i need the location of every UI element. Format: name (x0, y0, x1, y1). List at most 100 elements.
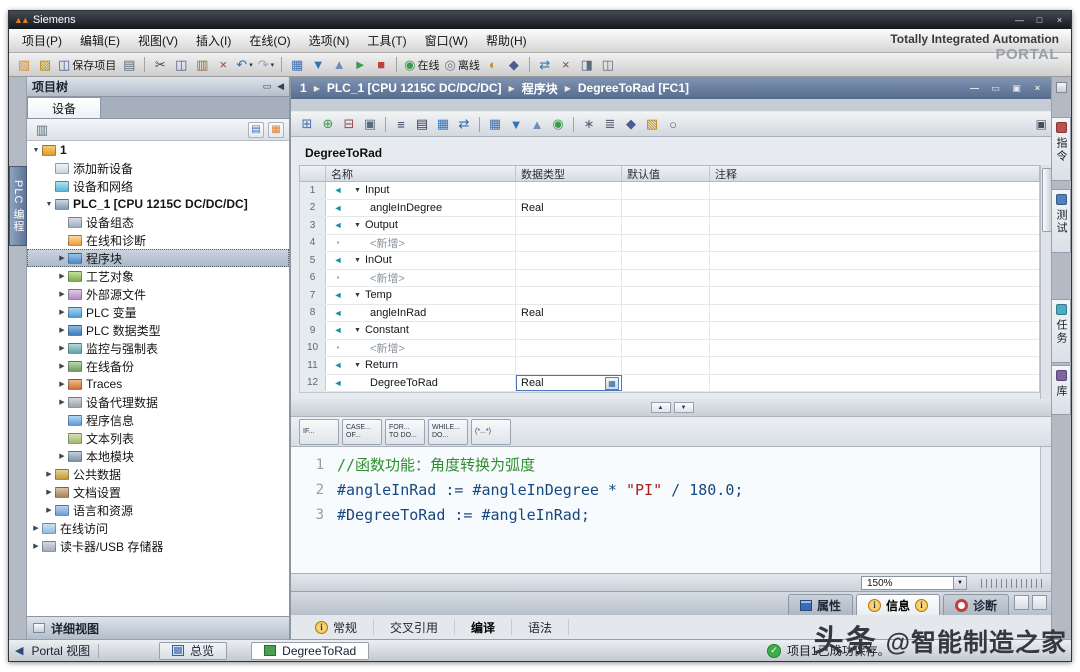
expand-icon[interactable]: ▶ (30, 542, 42, 550)
absolute-relative-icon[interactable]: ▦ (433, 114, 453, 134)
tree-settings-icon[interactable]: ▥ (32, 120, 52, 140)
tree-item-watch[interactable]: ▶监控与强制表 (27, 339, 289, 357)
upload-block-icon[interactable]: ▲ (527, 114, 547, 134)
interface-default-cell[interactable] (622, 217, 710, 234)
tree-item-source[interactable]: ▶外部源文件 (27, 285, 289, 303)
interface-row[interactable]: 6▪<新增> (300, 270, 1039, 288)
task-card-tab-tasks[interactable]: 任务 (1052, 299, 1071, 363)
interface-row[interactable]: 11◄▼Return (300, 357, 1039, 375)
expand-icon[interactable]: ▶ (56, 380, 68, 388)
interface-type-cell[interactable] (516, 252, 622, 269)
section-toggle-icon[interactable]: ▼ (354, 187, 361, 194)
interface-comment-cell[interactable] (710, 340, 1039, 357)
interface-row[interactable]: 9◄▼Constant (300, 322, 1039, 340)
menu-item[interactable]: 编辑(E) (71, 28, 129, 53)
goto-definition-icon[interactable]: ⇄ (454, 114, 474, 134)
compile-icon[interactable]: ▦ (287, 55, 307, 75)
interface-comment-cell[interactable] (710, 305, 1039, 322)
close-editor-icon[interactable]: × (556, 55, 576, 75)
tree-item-plc[interactable]: ▼PLC_1 [CPU 1215C DC/DC/DC] (27, 195, 289, 213)
reset-layout-icon[interactable]: ▤ (412, 114, 432, 134)
tree-item-diagnostics[interactable]: 在线和诊断 (27, 231, 289, 249)
interface-row[interactable]: 1◄▼Input (300, 182, 1039, 200)
expand-icon[interactable]: ▶ (56, 254, 68, 262)
snippet-button[interactable]: WHILE...DO... (428, 419, 468, 445)
snippet-button[interactable]: FOR...TO DO... (385, 419, 425, 445)
favorites-icon[interactable]: ▦ (268, 122, 284, 138)
interface-name-cell[interactable]: DegreeToRad (350, 375, 516, 392)
section-toggle-icon[interactable]: ▼ (354, 222, 361, 229)
tree-item-lang[interactable]: ▶语言和资源 (27, 501, 289, 519)
tree-item-textlist[interactable]: 文本列表 (27, 429, 289, 447)
split-horizontal-icon[interactable]: ◨ (577, 55, 597, 75)
interface-comment-cell[interactable] (710, 235, 1039, 252)
interface-name-cell[interactable]: ▼Constant (350, 322, 516, 339)
collapse-up-icon[interactable]: ▲ (651, 402, 671, 413)
interface-row[interactable]: 8◄angleInRadReal (300, 305, 1039, 323)
editor-close-icon[interactable]: × (1031, 83, 1044, 94)
expand-icon[interactable]: ▶ (56, 272, 68, 280)
pin-panel-icon[interactable]: ▭ (263, 81, 272, 92)
collapse-panel-icon[interactable]: ◀ (277, 81, 284, 92)
interface-comment-cell[interactable] (710, 375, 1039, 392)
interface-type-cell[interactable]: Real (516, 200, 622, 217)
interface-comment-cell[interactable] (710, 217, 1039, 234)
expand-icon[interactable]: ▶ (30, 524, 42, 532)
download-block-icon[interactable]: ▼ (506, 114, 526, 134)
info-tab-properties[interactable]: 属性 (788, 594, 853, 615)
sub-tab[interactable]: 语法 (512, 619, 569, 635)
expand-icon[interactable]: ▶ (43, 488, 55, 496)
editor-maximize-icon[interactable]: ▣ (1010, 83, 1023, 94)
menu-item[interactable]: 帮助(H) (477, 28, 536, 53)
task-card-tab-testing[interactable]: 测试 (1052, 189, 1071, 253)
collapse-icon[interactable]: ▼ (43, 201, 55, 208)
interface-type-cell[interactable] (516, 217, 622, 234)
interface-type-cell[interactable]: Real▦ (516, 375, 622, 392)
delete-icon[interactable]: × (213, 55, 233, 75)
interface-default-cell[interactable] (622, 270, 710, 287)
dock-panel-icon[interactable] (1014, 595, 1029, 610)
open-details-icon[interactable]: ▤ (248, 122, 264, 138)
interface-name-cell[interactable]: <新增> (350, 235, 516, 252)
interface-default-cell[interactable] (622, 305, 710, 322)
degreetorad-editor-tab[interactable]: DegreeToRad (251, 642, 369, 660)
interface-comment-cell[interactable] (710, 322, 1039, 339)
tree-item-blocks[interactable]: ▶程序块 (27, 249, 289, 267)
interface-type-cell[interactable] (516, 270, 622, 287)
tree-item-add-device[interactable]: 添加新设备 (27, 159, 289, 177)
zoom-dropdown-icon[interactable]: ▼ (953, 577, 966, 589)
splitter[interactable]: ▲ ▼ (291, 399, 1053, 417)
interface-default-cell[interactable] (622, 322, 710, 339)
monitoring-icon[interactable]: ◉ (548, 114, 568, 134)
interface-comment-cell[interactable] (710, 270, 1039, 287)
expand-icon[interactable]: ▶ (56, 290, 68, 298)
menu-item[interactable]: 项目(P) (13, 28, 71, 53)
redo-icon[interactable]: ↷▾ (256, 55, 276, 75)
info-tab-info[interactable]: i信息i (856, 594, 940, 615)
keep-block-icon[interactable]: ▣ (360, 114, 380, 134)
section-toggle-icon[interactable]: ▼ (354, 257, 361, 264)
sub-tab[interactable]: 交叉引用 (374, 619, 455, 635)
menu-item[interactable]: 插入(I) (187, 28, 240, 53)
interface-row[interactable]: 2◄angleInDegreeReal (300, 200, 1039, 218)
interface-row[interactable]: 4▪<新增> (300, 235, 1039, 253)
interface-default-cell[interactable] (622, 200, 710, 217)
interface-default-cell[interactable] (622, 340, 710, 357)
open-project-icon[interactable]: ▨ (35, 55, 55, 75)
breadcrumb-item[interactable]: DegreeToRad [FC1] (578, 81, 689, 95)
type-browse-button[interactable]: ▦ (605, 377, 619, 390)
editor-toolbar-overflow-icon[interactable]: ▣ (1036, 117, 1047, 131)
interface-type-cell[interactable] (516, 357, 622, 374)
help-icon[interactable]: ○ (663, 114, 683, 134)
titlebar[interactable]: ▲▲ Siemens —□× (9, 11, 1071, 29)
breadcrumb-item[interactable]: 程序块 (522, 80, 558, 97)
tree-item-proxy[interactable]: ▶设备代理数据 (27, 393, 289, 411)
interface-comment-cell[interactable] (710, 287, 1039, 304)
scl-code-editor[interactable]: 1//函数功能：角度转换为弧度2#angleInRad := #angleInD… (291, 447, 1040, 573)
interface-name-cell[interactable]: ▼InOut (350, 252, 516, 269)
snippet-button[interactable]: CASE...OF... (342, 419, 382, 445)
tree-item-network[interactable]: 设备和网络 (27, 177, 289, 195)
save-project-button[interactable]: ◫保存项目 (56, 55, 118, 75)
menu-item[interactable]: 选项(N) (300, 28, 359, 53)
portal-view-icon[interactable]: ◀ (15, 644, 23, 657)
